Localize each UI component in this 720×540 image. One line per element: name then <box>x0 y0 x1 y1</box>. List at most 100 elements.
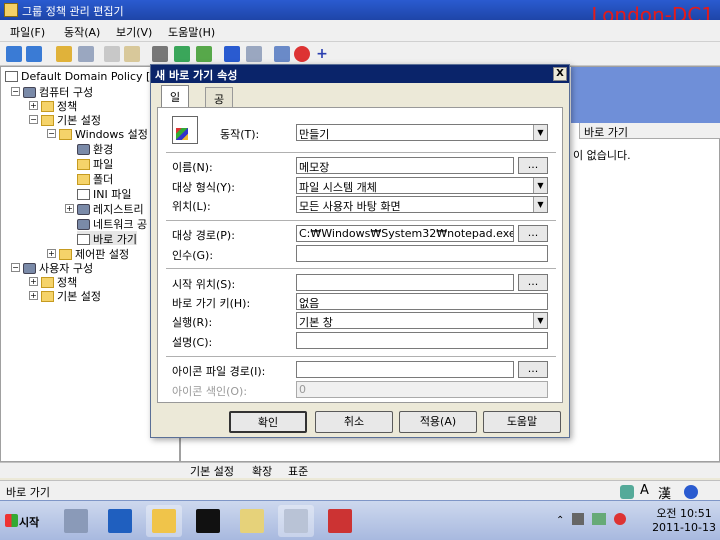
menu-action[interactable]: 동작(A) <box>64 24 100 40</box>
menu-help[interactable]: 도움말(H) <box>168 24 215 40</box>
cmd-button[interactable] <box>190 505 226 537</box>
tree-item-policies[interactable]: 정책 <box>41 98 77 113</box>
network-icon[interactable] <box>592 513 606 525</box>
help-icon[interactable] <box>224 46 240 62</box>
chevron-down-icon[interactable]: ▼ <box>533 313 547 328</box>
comment-input[interactable] <box>296 332 548 349</box>
collapse-icon[interactable]: − <box>47 129 56 138</box>
environment-icon <box>77 144 90 155</box>
start-button[interactable]: 시작 <box>2 507 48 535</box>
collapse-icon[interactable]: − <box>29 115 38 124</box>
collapse-icon[interactable]: − <box>11 263 20 272</box>
expand-icon[interactable]: + <box>65 204 74 213</box>
tree-item-files[interactable]: 파일 <box>77 156 113 171</box>
start-in-browse-button[interactable]: ... <box>518 274 548 291</box>
name-browse-button[interactable]: ... <box>518 157 548 174</box>
ok-button[interactable]: 확인 <box>229 411 307 433</box>
help-button[interactable]: 도움말 <box>483 411 561 433</box>
help-icon[interactable] <box>684 485 698 499</box>
forward-icon[interactable] <box>26 46 42 62</box>
icon-path-browse-button[interactable]: ... <box>518 361 548 378</box>
tab-standard[interactable]: 표준 <box>288 463 308 479</box>
stop-icon[interactable] <box>294 46 310 62</box>
tree-item-computer-config[interactable]: 컴퓨터 구성 <box>23 84 93 99</box>
arguments-input[interactable] <box>296 245 548 262</box>
volume-icon[interactable] <box>614 513 626 525</box>
powershell-button[interactable] <box>102 505 138 537</box>
shortcut-key-label: 바로 가기 키(H): <box>172 297 251 310</box>
tree-item-windows-settings[interactable]: Windows 설정 <box>59 126 148 141</box>
chevron-down-icon[interactable]: ▼ <box>533 178 547 193</box>
add-icon[interactable]: + <box>314 46 330 62</box>
new-item-icon[interactable] <box>274 46 290 62</box>
expand-icon[interactable]: + <box>29 101 38 110</box>
server-manager-button[interactable] <box>58 505 94 537</box>
export-icon[interactable] <box>196 46 212 62</box>
column-header-shortcut[interactable]: 바로 가기 <box>579 123 720 139</box>
tree-item-root[interactable]: Default Domain Policy [I <box>5 70 154 84</box>
name-input[interactable]: 메모장 <box>296 157 514 174</box>
target-path-input[interactable]: C:₩Windows₩System32₩notepad.exe <box>296 225 514 242</box>
target-path-browse-button[interactable]: ... <box>518 225 548 242</box>
gpo-editor-button[interactable] <box>278 505 314 537</box>
target-type-select[interactable]: 파일 시스템 개체 ▼ <box>296 177 548 194</box>
start-in-label: 시작 위치(S): <box>172 278 236 291</box>
chevron-down-icon[interactable]: ▼ <box>533 197 547 212</box>
tab-preferences[interactable]: 기본 설정 <box>190 463 234 479</box>
folder-icon <box>59 129 72 140</box>
icon-path-label: 아이콘 파일 경로(I): <box>172 365 266 378</box>
expand-icon[interactable]: + <box>47 249 56 258</box>
tree-item-ini-files[interactable]: INI 파일 <box>77 186 131 201</box>
dialog-title: 새 바로 가기 속성 <box>151 65 569 83</box>
paste-icon[interactable] <box>124 46 140 62</box>
tree-item-user-policies[interactable]: 정책 <box>41 274 77 289</box>
tree-item-user-preferences[interactable]: 기본 설정 <box>41 288 101 303</box>
horizontal-scrollbar[interactable] <box>0 462 720 478</box>
notepad-button[interactable] <box>234 505 270 537</box>
show-tree-icon[interactable] <box>78 46 94 62</box>
ime-mode[interactable]: A <box>640 483 649 498</box>
explorer-button[interactable] <box>146 505 182 537</box>
tray-expand-icon[interactable]: ⌃ <box>556 515 564 526</box>
run-select[interactable]: 기본 창 ▼ <box>296 312 548 329</box>
tree-item-environment[interactable]: 환경 <box>77 141 113 156</box>
tab-general[interactable]: 일반 <box>161 85 190 120</box>
tree-item-control-panel[interactable]: 제어판 설정 <box>59 246 129 261</box>
tree-item-registry[interactable]: 레지스트리 <box>77 201 144 216</box>
expand-icon[interactable]: + <box>29 291 38 300</box>
tab-common[interactable]: 공통 <box>205 87 234 122</box>
refresh-icon[interactable] <box>174 46 190 62</box>
up-folder-icon[interactable] <box>56 46 72 62</box>
location-select[interactable]: 모든 사용자 바탕 화면 ▼ <box>296 196 548 213</box>
properties-icon[interactable] <box>246 46 262 62</box>
tree-item-network-shares[interactable]: 네트워크 공 <box>77 216 147 231</box>
icon-path-input[interactable] <box>296 361 514 378</box>
toolbox-button[interactable] <box>322 505 358 537</box>
tree-item-preferences[interactable]: 기본 설정 <box>41 112 101 127</box>
start-in-input[interactable] <box>296 274 514 291</box>
tree-item-folders[interactable]: 폴더 <box>77 171 113 186</box>
tree-item-shortcuts[interactable]: 바로 가기 <box>77 231 137 246</box>
menu-file[interactable]: 파일(F) <box>10 24 45 40</box>
dialog-close-button[interactable]: X <box>553 67 567 81</box>
window-title: 그룹 정책 관리 편집기 <box>22 5 124 18</box>
network-share-icon <box>77 219 90 230</box>
target-path-label: 대상 경로(P): <box>172 229 235 242</box>
apply-button[interactable]: 적용(A) <box>399 411 477 433</box>
tree-item-user-config[interactable]: 사용자 구성 <box>23 260 93 275</box>
user-icon <box>23 263 36 274</box>
action-center-icon[interactable] <box>572 513 584 525</box>
tab-extended[interactable]: 확장 <box>252 463 272 479</box>
copy-icon[interactable] <box>104 46 120 62</box>
back-icon[interactable] <box>6 46 22 62</box>
clock[interactable]: 오전 10:51 2011-10-13 <box>652 505 716 534</box>
menu-view[interactable]: 보기(V) <box>116 24 152 40</box>
cancel-button[interactable]: 취소 <box>315 411 393 433</box>
collapse-icon[interactable]: − <box>11 87 20 96</box>
action-select[interactable]: 만들기 ▼ <box>296 124 548 141</box>
shortcut-key-input[interactable]: 없음 <box>296 293 548 310</box>
ime-icon[interactable] <box>620 485 634 499</box>
chevron-down-icon[interactable]: ▼ <box>533 125 547 140</box>
print-icon[interactable] <box>152 46 168 62</box>
expand-icon[interactable]: + <box>29 277 38 286</box>
